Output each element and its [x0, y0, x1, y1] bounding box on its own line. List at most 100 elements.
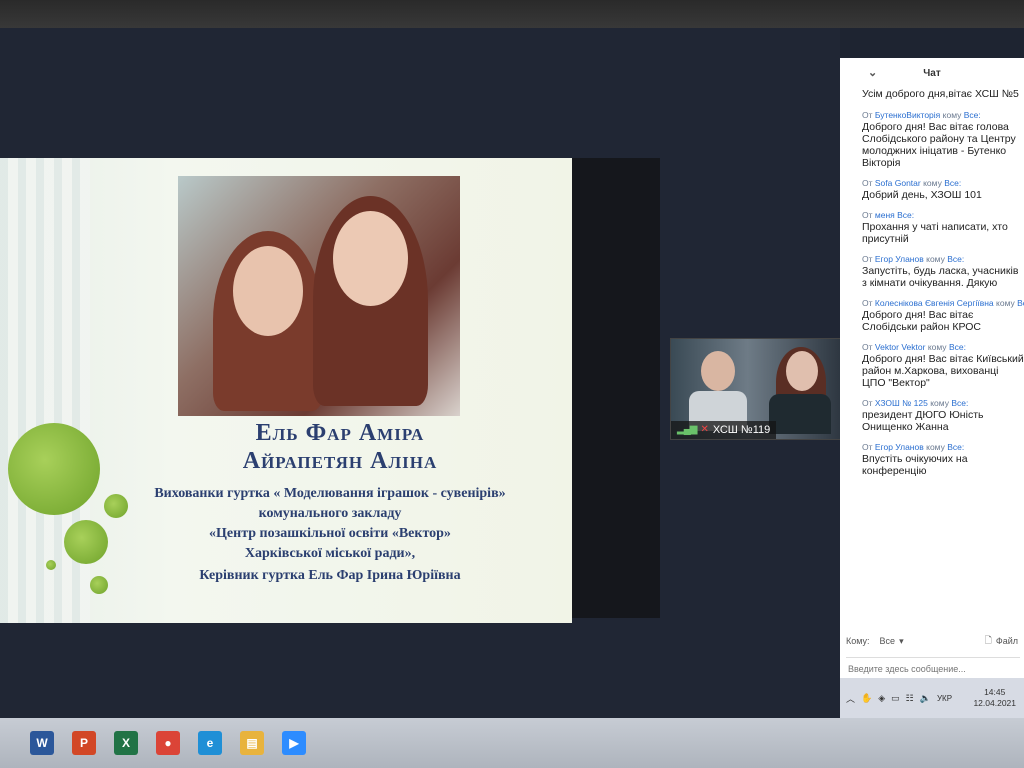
message-recipient: Все:	[951, 398, 969, 408]
chat-message-meta: От Егор Уланов кому Все:	[862, 442, 1024, 452]
slide-photo	[178, 176, 460, 416]
message-to-word: кому	[926, 254, 945, 264]
chat-message-text: Доброго дня! Вас вітає голова Слобідсько…	[862, 121, 1016, 169]
slide-text-line4: Харківської міської ради»,	[244, 546, 416, 561]
to-label: Кому:	[846, 636, 870, 646]
message-prefix: От	[862, 110, 873, 120]
recipient-value: Все	[879, 636, 896, 646]
message-prefix: От	[862, 210, 873, 220]
file-icon: 🗋	[984, 635, 992, 645]
message-sender: Vektor Vektor	[874, 342, 926, 352]
taskbar-edge-icon[interactable]: e	[198, 731, 222, 755]
taskbar-powerpoint-icon[interactable]: P	[72, 731, 96, 755]
message-recipient: Все:	[963, 110, 981, 120]
chat-message: От Sofa Gontar кому Все: Добрий день, ХЗ…	[862, 178, 1024, 201]
taskbar-word-icon[interactable]: W	[30, 731, 54, 755]
chat-input[interactable]	[846, 657, 1020, 680]
chat-message-meta: От БутенкоВикторія кому Все:	[862, 110, 1024, 120]
message-sender: Колеснікова Євгенія Сергіївна	[874, 298, 994, 308]
slide-text-line5: Керівник гуртка Ель Фар Ірина Юріївна	[199, 568, 461, 583]
message-prefix: От	[862, 342, 873, 352]
network-icon[interactable]: ☷	[906, 693, 914, 704]
chat-message-meta: От Егор Уланов кому Все:	[862, 254, 1024, 264]
chat-message: От Vektor Vektor кому Все: Доброго дня! …	[862, 342, 1024, 389]
participant-name: ХСШ №119	[712, 424, 771, 436]
file-button[interactable]: 🗋 Файл	[985, 633, 1018, 649]
battery-icon[interactable]: ▭	[891, 693, 900, 704]
message-recipient: Все:	[948, 342, 966, 352]
message-sender: ХЗОШ № 125	[874, 398, 928, 408]
slide-text-line1: Вихованки гуртка « Моделювання іграшок -…	[154, 486, 506, 501]
message-to-word: кому	[930, 398, 949, 408]
message-to-word: кому	[923, 178, 942, 188]
slide-title-name2: Айрапетян Аліна	[242, 448, 438, 474]
message-recipient: Все:	[897, 210, 915, 220]
taskbar: W P X ● e ▤ ▶	[0, 718, 1024, 768]
chat-message-meta: От Колеснікова Євгенія Сергіївна кому Вс…	[862, 298, 1024, 308]
slide-title-name1: Ель Фар Аміра	[255, 420, 425, 446]
message-to-word: кому	[926, 442, 945, 452]
participant-video-tile[interactable]: ▂▄▆ ✕ ХСШ №119	[670, 338, 842, 440]
message-recipient: Все:	[947, 254, 965, 264]
taskbar-excel-icon[interactable]: X	[114, 731, 138, 755]
message-sender: БутенкоВикторія	[874, 110, 941, 120]
chat-message-meta: От Vektor Vektor кому Все:	[862, 342, 1024, 352]
clock[interactable]: 14:45 12.04.2021	[973, 687, 1016, 709]
chat-message: От Егор Уланов кому Все: Запустіть, будь…	[862, 254, 1024, 289]
chat-message: От Колеснікова Євгенія Сергіївна кому Вс…	[862, 298, 1024, 333]
message-recipient: Все:	[944, 178, 962, 188]
slide-text-line3: «Центр позашкільної освіти «Вектор»	[209, 526, 451, 541]
message-sender: Егор Уланов	[874, 442, 924, 452]
presentation-slide: Ель Фар Аміра Айрапетян Аліна Вихованки …	[0, 158, 572, 623]
notification-icon[interactable]: ◈	[878, 693, 885, 704]
message-recipient: Все:	[1017, 298, 1024, 308]
hand-icon[interactable]: ✋	[861, 693, 872, 704]
chat-message-text: Добрий день, ХЗОШ 101	[862, 189, 982, 201]
message-prefix: От	[862, 254, 873, 264]
chevron-down-icon: ▾	[899, 635, 904, 646]
chat-footer: Кому: Все ▾ 🗋 Файл	[840, 633, 1024, 680]
chat-message-text: Впустіть очікуючих на конференцію	[862, 453, 968, 477]
chat-message-text: Доброго дня! Вас вітає Київський район м…	[862, 353, 1024, 389]
taskbar-zoom-icon[interactable]: ▶	[282, 731, 306, 755]
taskbar-explorer-icon[interactable]: ▤	[240, 731, 264, 755]
message-to-word: кому	[996, 298, 1015, 308]
recipient-select[interactable]: Все ▾	[880, 636, 904, 647]
message-prefix: От	[862, 398, 873, 408]
participant-label: ▂▄▆ ✕ ХСШ №119	[671, 421, 777, 439]
chat-message: От БутенкоВикторія кому Все: Доброго дня…	[862, 110, 1024, 169]
decor-circle	[8, 423, 100, 515]
chat-message-meta: От Sofa Gontar кому Все:	[862, 178, 1024, 188]
chat-header: ⌄ Чат	[840, 58, 1024, 88]
taskbar-chrome-icon[interactable]: ●	[156, 731, 180, 755]
tray-chevron-icon[interactable]: ︿	[846, 692, 855, 705]
message-prefix: От	[862, 178, 873, 188]
chevron-down-icon[interactable]: ⌄	[868, 66, 877, 79]
system-tray: ︿ ✋ ◈ ▭ ☷ 🔈 УКР 14:45 12.04.2021	[840, 678, 1024, 718]
mic-muted-icon: ✕	[700, 424, 709, 435]
clock-date: 12.04.2021	[973, 698, 1016, 708]
file-label: Файл	[995, 636, 1018, 646]
message-prefix: От	[862, 442, 873, 452]
language-indicator[interactable]: УКР	[937, 694, 952, 703]
chat-message-text: Усім доброго дня,вітає ХСШ №5	[862, 88, 1019, 100]
message-sender: меня	[874, 210, 895, 220]
conference-stage: Ель Фар Аміра Айрапетян Аліна Вихованки …	[0, 28, 842, 718]
message-prefix: От	[862, 298, 873, 308]
chat-message: От меня Все: Прохання у чаті написати, х…	[862, 210, 1024, 245]
chat-message-text: Запустіть, будь ласка, учасників з кімна…	[862, 265, 1019, 289]
message-sender: Sofa Gontar	[874, 178, 921, 188]
decor-circle	[46, 560, 56, 570]
chat-title: Чат	[923, 67, 941, 79]
screen: Ель Фар Аміра Айрапетян Аліна Вихованки …	[0, 28, 1024, 748]
chat-message-text: Доброго дня! Вас вітає Слобідськи район …	[862, 309, 981, 333]
volume-icon[interactable]: 🔈	[920, 693, 931, 704]
chat-message: От ХЗОШ № 125 кому Все: президент ДЮГО Ю…	[862, 398, 1024, 433]
message-sender: Егор Уланов	[874, 254, 924, 264]
chat-message-meta: От меня Все:	[862, 210, 1024, 220]
slide-text-line2: комунального закладу	[258, 506, 402, 521]
clock-time: 14:45	[984, 687, 1006, 697]
chat-message: От Егор Уланов кому Все: Впустіть очікую…	[862, 442, 1024, 477]
chat-panel: ⌄ Чат Усім доброго дня,вітає ХСШ №5 От Б…	[840, 58, 1024, 680]
chat-message-text: президент ДЮГО Юність Онищенко Жанна	[862, 409, 984, 433]
